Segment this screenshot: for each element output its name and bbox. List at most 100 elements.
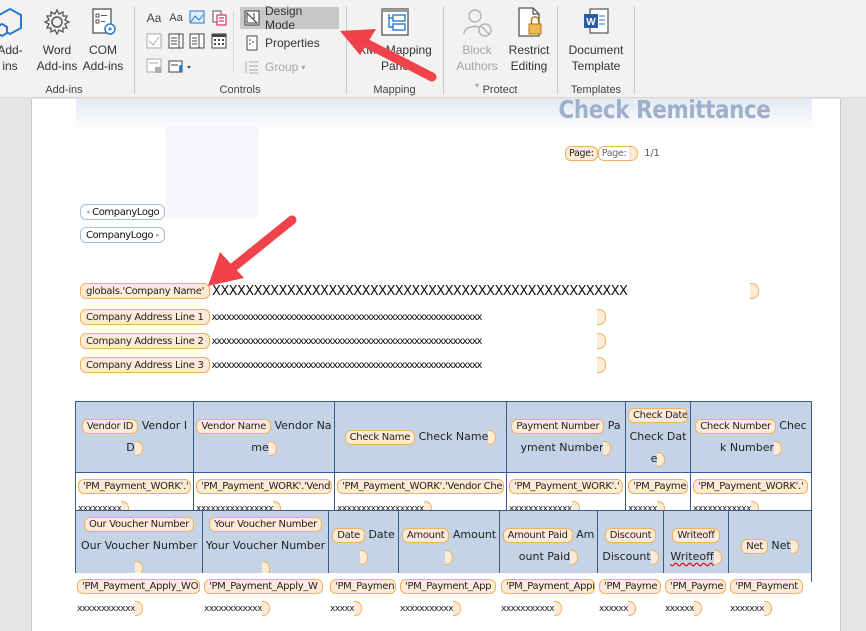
table-header-cell: Your Voucher Number Your Voucher Number: [202, 510, 329, 582]
field-value[interactable]: xxxxxx: [665, 604, 694, 614]
table-cell[interactable]: 'PM_Payment_Apply_W xxxxxxxxxxxx: [202, 573, 328, 622]
legacy-tools-icon[interactable]: [167, 58, 195, 74]
header-field-tag[interactable]: Check Date: [628, 407, 688, 423]
field-tag[interactable]: 'PM_Payment_Apply: [501, 578, 595, 594]
header-cell-content: Writeoff Writeoff: [666, 524, 726, 568]
properties-button[interactable]: Properties: [240, 32, 324, 54]
field-tag[interactable]: 'PM_Paymen: [330, 578, 396, 594]
page-label-value[interactable]: Page:: [597, 146, 630, 161]
picture-control-icon[interactable]: [188, 10, 206, 26]
word-add-ins-button[interactable]: Word Add-ins: [34, 6, 80, 74]
field-tag[interactable]: 'PM_Payment_Apply_WO: [77, 578, 200, 594]
company-logo-placeholder[interactable]: [166, 126, 258, 218]
header-field-tag[interactable]: Writeoff: [672, 527, 720, 543]
apply-table-values: 'PM_Payment_Apply_WO xxxxxxxxxxxx 'PM_Paym…: [75, 573, 811, 622]
field-tag[interactable]: 'PM_Payment_App: [400, 578, 497, 594]
header-field-tag[interactable]: Your Voucher Number: [209, 516, 322, 532]
group-label-addins: Add-ins: [45, 84, 83, 96]
address-line-3-tag[interactable]: Company Address Line 3: [80, 357, 210, 373]
document-page[interactable]: Check Remittance Page: Page: 1/1 ◂ Compan…: [31, 95, 841, 631]
header-field-tag[interactable]: Payment Number: [511, 418, 605, 434]
plain-text-control-icon[interactable]: Aa: [167, 10, 185, 26]
table-cell[interactable]: 'PM_Payment_Apply xxxxxxxxxxx: [499, 573, 597, 622]
svg-text:W: W: [586, 17, 596, 28]
company-name-tag[interactable]: globals.'Company Name': [80, 283, 211, 299]
field-tag[interactable]: 'PM_Payme: [628, 478, 688, 494]
company-logo-control-1[interactable]: ◂ CompanyLogo: [80, 204, 166, 220]
add-ins-button[interactable]: Add- ins: [0, 6, 28, 74]
checkbox-control-icon[interactable]: [145, 33, 163, 49]
page-label-control[interactable]: Page:: [565, 146, 598, 161]
field-value[interactable]: xxxxxxx: [730, 604, 764, 614]
field-value[interactable]: xxxxxxxxxxxx: [204, 604, 262, 614]
address-line-2-tag[interactable]: Company Address Line 2: [80, 333, 210, 349]
table-cell[interactable]: 'PM_Paymexxxxxx: [597, 573, 663, 622]
field-tag[interactable]: 'PM_Payme: [599, 578, 661, 594]
company-logo-tag-1[interactable]: ◂ CompanyLogo: [80, 204, 166, 220]
header-field-tag[interactable]: Vendor Name: [196, 418, 271, 434]
header-field-text: Amount: [452, 528, 497, 541]
header-cell-content: Discount Discount: [600, 524, 661, 568]
field-tag[interactable]: 'PM_Payment_WORK'.'Vendor Che: [337, 478, 504, 494]
field-value[interactable]: xxxxxxxxxxx: [400, 604, 454, 614]
field-tag[interactable]: 'PM_Payment: [730, 578, 803, 594]
header-field-tag[interactable]: Date: [332, 527, 365, 543]
field-tag[interactable]: 'PM_Payment_WORK'.': [693, 478, 809, 494]
combo-box-control-icon[interactable]: [167, 33, 185, 49]
address-line-1-tag[interactable]: Company Address Line 1: [80, 309, 210, 325]
content-control-end: [570, 549, 579, 565]
content-control-end: [713, 549, 722, 565]
table-cell[interactable]: 'PM_Paymexxxxxx: [663, 573, 728, 622]
header-field-text: Our Voucher Number: [80, 539, 197, 552]
xml-mapping-pane-button[interactable]: XML Mapping Pane: [351, 6, 439, 74]
header-field-tag[interactable]: Amount: [401, 527, 450, 543]
header-field-tag[interactable]: Our Voucher Number: [83, 516, 195, 532]
header-field-tag[interactable]: Check Name: [344, 429, 416, 445]
header-field-tag[interactable]: Vendor ID: [81, 418, 139, 434]
ribbon-group-templates: W Document Template Templates: [558, 0, 634, 98]
field-value[interactable]: xxxxxx: [599, 604, 628, 614]
field-tag[interactable]: 'PM_Payment_WORK'.': [509, 478, 623, 494]
address-line-1-value[interactable]: xxxxxxxxxxxxxxxxxxxxxxxxxxxxxxxxxxxxxxxx…: [212, 312, 597, 323]
address-line-3-value[interactable]: xxxxxxxxxxxxxxxxxxxxxxxxxxxxxxxxxxxxxxxx…: [212, 360, 597, 371]
table-cell[interactable]: 'PM_Payment_App xxxxxxxxxxx: [398, 573, 499, 622]
header-field-tag[interactable]: Amount Paid: [502, 527, 573, 543]
header-cell-content: Check Name Check Name: [337, 426, 504, 448]
table-cell[interactable]: 'PM_Paymenxxxxx: [328, 573, 398, 622]
header-field-tag[interactable]: Discount: [604, 527, 657, 543]
com-add-ins-button[interactable]: COM Add-ins: [80, 6, 126, 74]
chevron-down-icon: ▾: [301, 62, 306, 72]
cell-content: 'PM_Paymexxxxxx: [665, 575, 726, 620]
field-value[interactable]: xxxxxxxxxxxx: [77, 604, 135, 614]
dropdown-list-control-icon[interactable]: [188, 33, 206, 49]
company-logo-tag-2[interactable]: CompanyLogo ▸: [80, 227, 166, 243]
header-field-tag[interactable]: Net: [741, 538, 768, 554]
ribbon-group-mapping: XML Mapping Pane Mapping: [347, 0, 442, 98]
company-name-value[interactable]: XXXXXXXXXXXXXXXXXXXXXXXXXXXXXXXXXXXXXXXX…: [212, 284, 750, 299]
table-cell[interactable]: 'PM_Paymentxxxxxxx: [728, 573, 811, 622]
table-cell[interactable]: 'PM_Payment_Apply_WO xxxxxxxxxxxx: [75, 573, 202, 622]
field-tag[interactable]: 'PM_Payme: [665, 578, 726, 594]
field-tag[interactable]: 'PM_Payment_WORK'.': [78, 478, 191, 494]
field-value[interactable]: xxxxx: [330, 604, 355, 614]
field-tag[interactable]: 'PM_Payment_Apply_W: [204, 578, 323, 594]
address-line-2-value[interactable]: xxxxxxxxxxxxxxxxxxxxxxxxxxxxxxxxxxxxxxxx…: [212, 336, 597, 347]
add-ins-label-1: Add-: [0, 43, 23, 57]
document-template-button[interactable]: W Document Template: [562, 6, 630, 74]
design-mode-button[interactable]: Design Mode: [240, 4, 339, 32]
date-picker-control-icon[interactable]: [210, 33, 228, 49]
apply-table-row: 'PM_Payment_Apply_WO xxxxxxxxxxxx 'PM_Paym…: [75, 573, 811, 622]
company-logo-control-2[interactable]: CompanyLogo ▸: [80, 227, 166, 243]
building-block-control-icon[interactable]: [210, 10, 228, 26]
rich-text-control-icon[interactable]: Aa: [145, 10, 163, 26]
block-authors-label-1: Block: [462, 43, 492, 57]
block-authors-label-2: Authors: [456, 59, 498, 73]
block-authors-button[interactable]: Block Authors ▾: [454, 6, 500, 94]
group-icon: [244, 59, 260, 75]
field-tag[interactable]: 'PM_Payment_WORK'.'Vend: [196, 478, 332, 494]
header-field-tag[interactable]: Check Number: [695, 418, 776, 434]
group-button[interactable]: Group ▾: [240, 56, 309, 78]
repeating-section-control-icon[interactable]: [145, 58, 163, 74]
restrict-editing-button[interactable]: Restrict Editing: [506, 6, 552, 74]
field-value[interactable]: xxxxxxxxxxx: [501, 604, 555, 614]
